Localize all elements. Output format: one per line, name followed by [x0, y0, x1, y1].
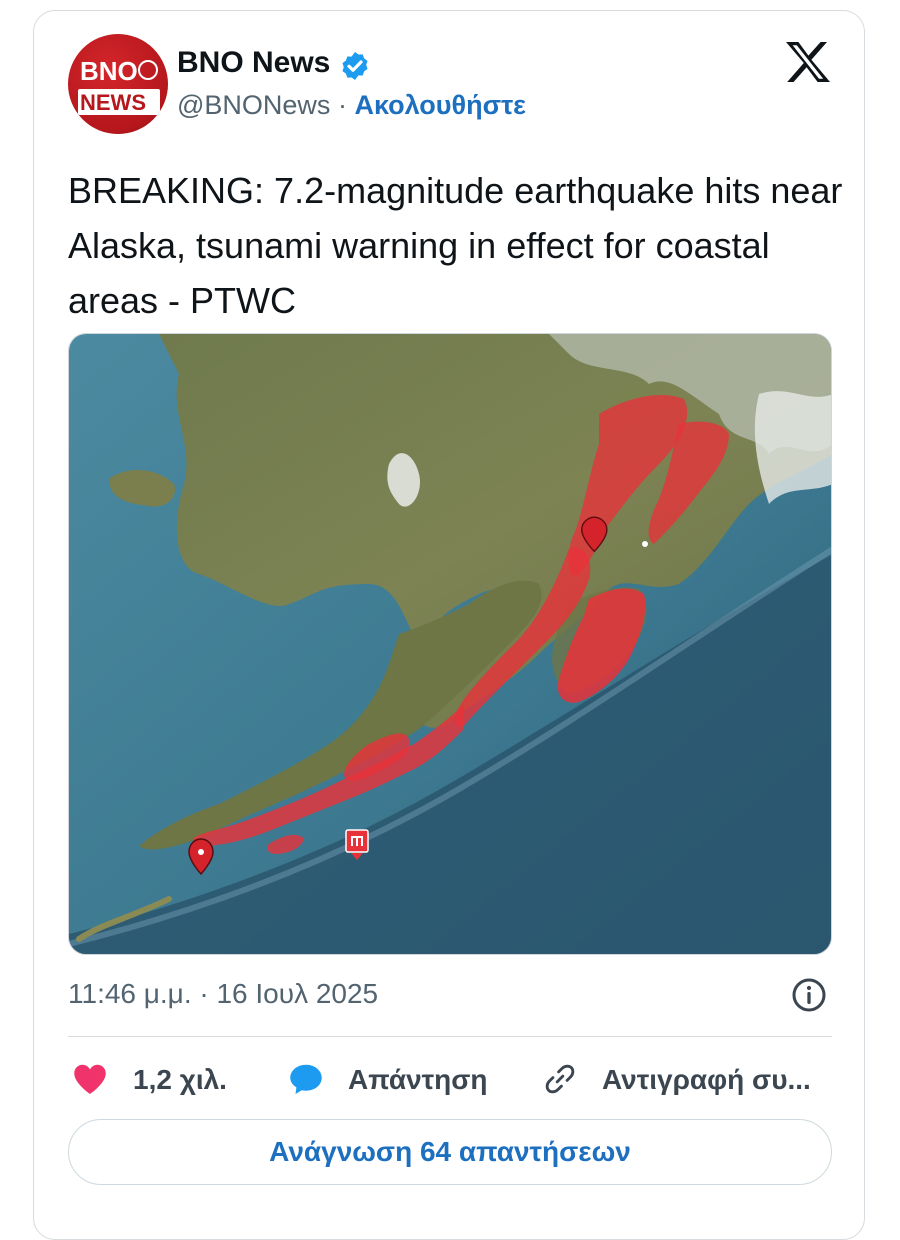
link-icon[interactable]	[542, 1062, 578, 1096]
x-logo-icon[interactable]	[784, 40, 832, 84]
follow-button[interactable]: Ακολουθήστε	[354, 90, 525, 120]
read-replies-button[interactable]: Ανάγνωση 64 απαντήσεων	[68, 1119, 832, 1185]
info-icon[interactable]	[791, 977, 827, 1013]
verified-badge-icon	[342, 52, 368, 80]
alaska-tsunami-map	[69, 334, 831, 954]
globe-icon	[138, 60, 158, 80]
avatar-text-bottom: NEWS	[80, 90, 146, 115]
divider	[68, 1036, 832, 1037]
like-count[interactable]: 1,2 χιλ.	[133, 1064, 227, 1096]
author-handle[interactable]: @BNONews	[177, 90, 330, 120]
copy-link-button[interactable]: Αντιγραφή συ...	[602, 1064, 811, 1096]
separator: ·	[337, 90, 347, 120]
avatar[interactable]: BNO NEWS	[68, 34, 168, 134]
handle-row: @BNONews · Ακολουθήστε	[177, 90, 526, 121]
author-name[interactable]: BNO News	[177, 46, 330, 80]
avatar-text-top: BNO	[80, 56, 138, 86]
tweet-image-map[interactable]	[68, 333, 832, 955]
tweet-timestamp[interactable]: 11:46 μ.μ. · 16 Ιουλ 2025	[68, 978, 378, 1010]
reply-bubble-icon[interactable]	[288, 1062, 324, 1096]
action-bar: 1,2 χιλ. Απάντηση Αντιγραφή συ...	[0, 1056, 900, 1106]
heart-icon[interactable]	[72, 1062, 108, 1096]
reply-button[interactable]: Απάντηση	[348, 1064, 488, 1096]
tweet-text: BREAKING: 7.2-magnitude earthquake hits …	[68, 170, 843, 321]
